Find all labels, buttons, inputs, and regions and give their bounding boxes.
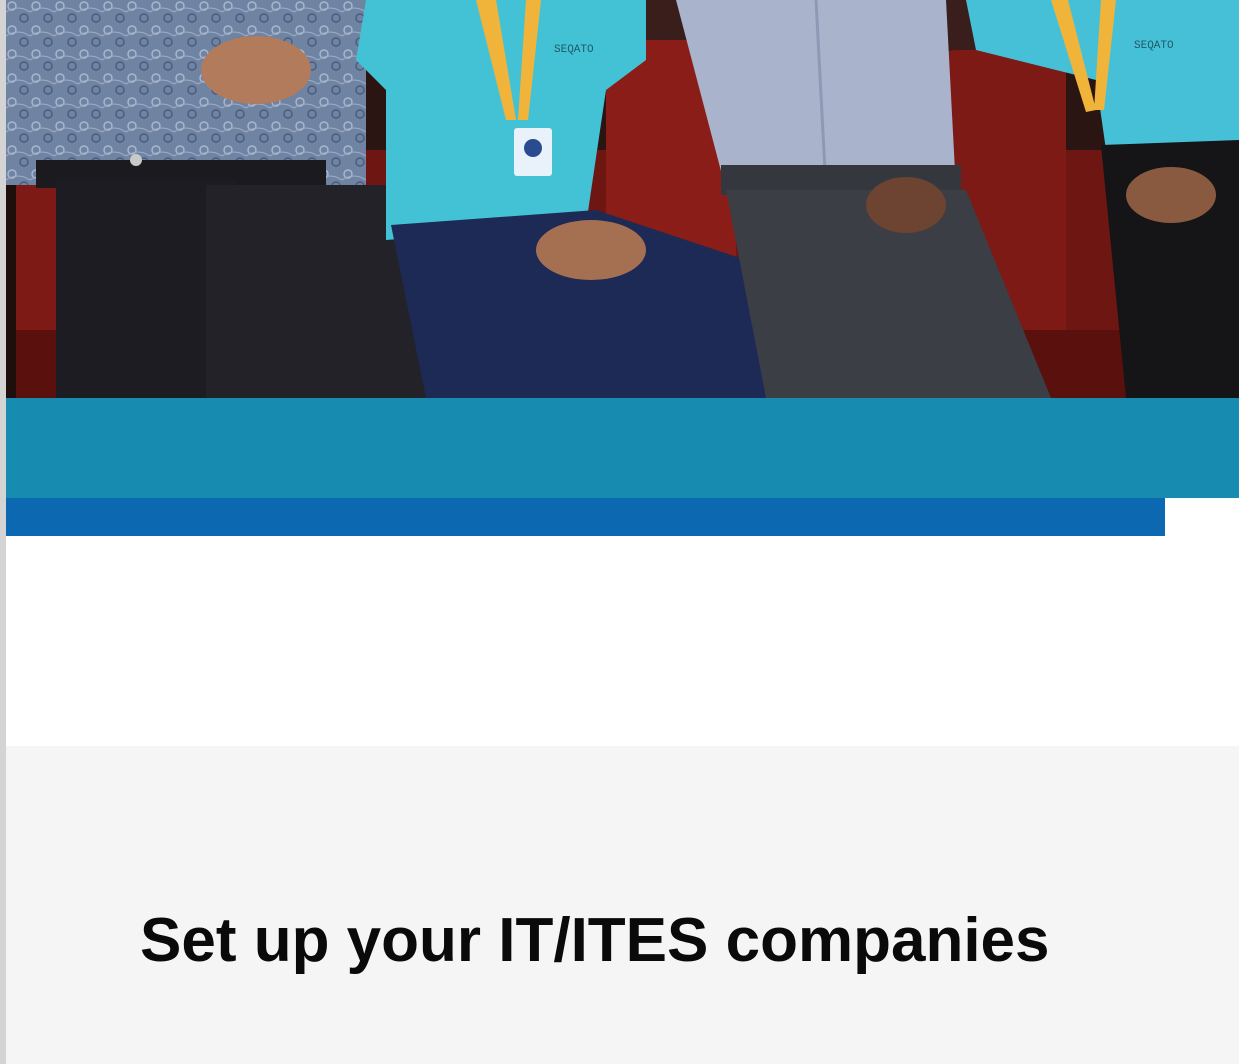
hero-photo: SEQATO SEQATO (6, 0, 1239, 398)
services-section: Set up your IT/ITES companies (6, 746, 1239, 1064)
white-spacer (6, 536, 1239, 746)
shirt-print-2: SEQATO (1134, 40, 1174, 52)
page: SEQATO SEQATO Set up your IT/ITES compan… (0, 0, 1239, 1064)
blue-accent-strip (6, 498, 1165, 536)
section-headline: Set up your IT/ITES companies (140, 906, 1050, 975)
shirt-print-1: SEQATO (554, 44, 594, 56)
teal-band (6, 398, 1239, 498)
